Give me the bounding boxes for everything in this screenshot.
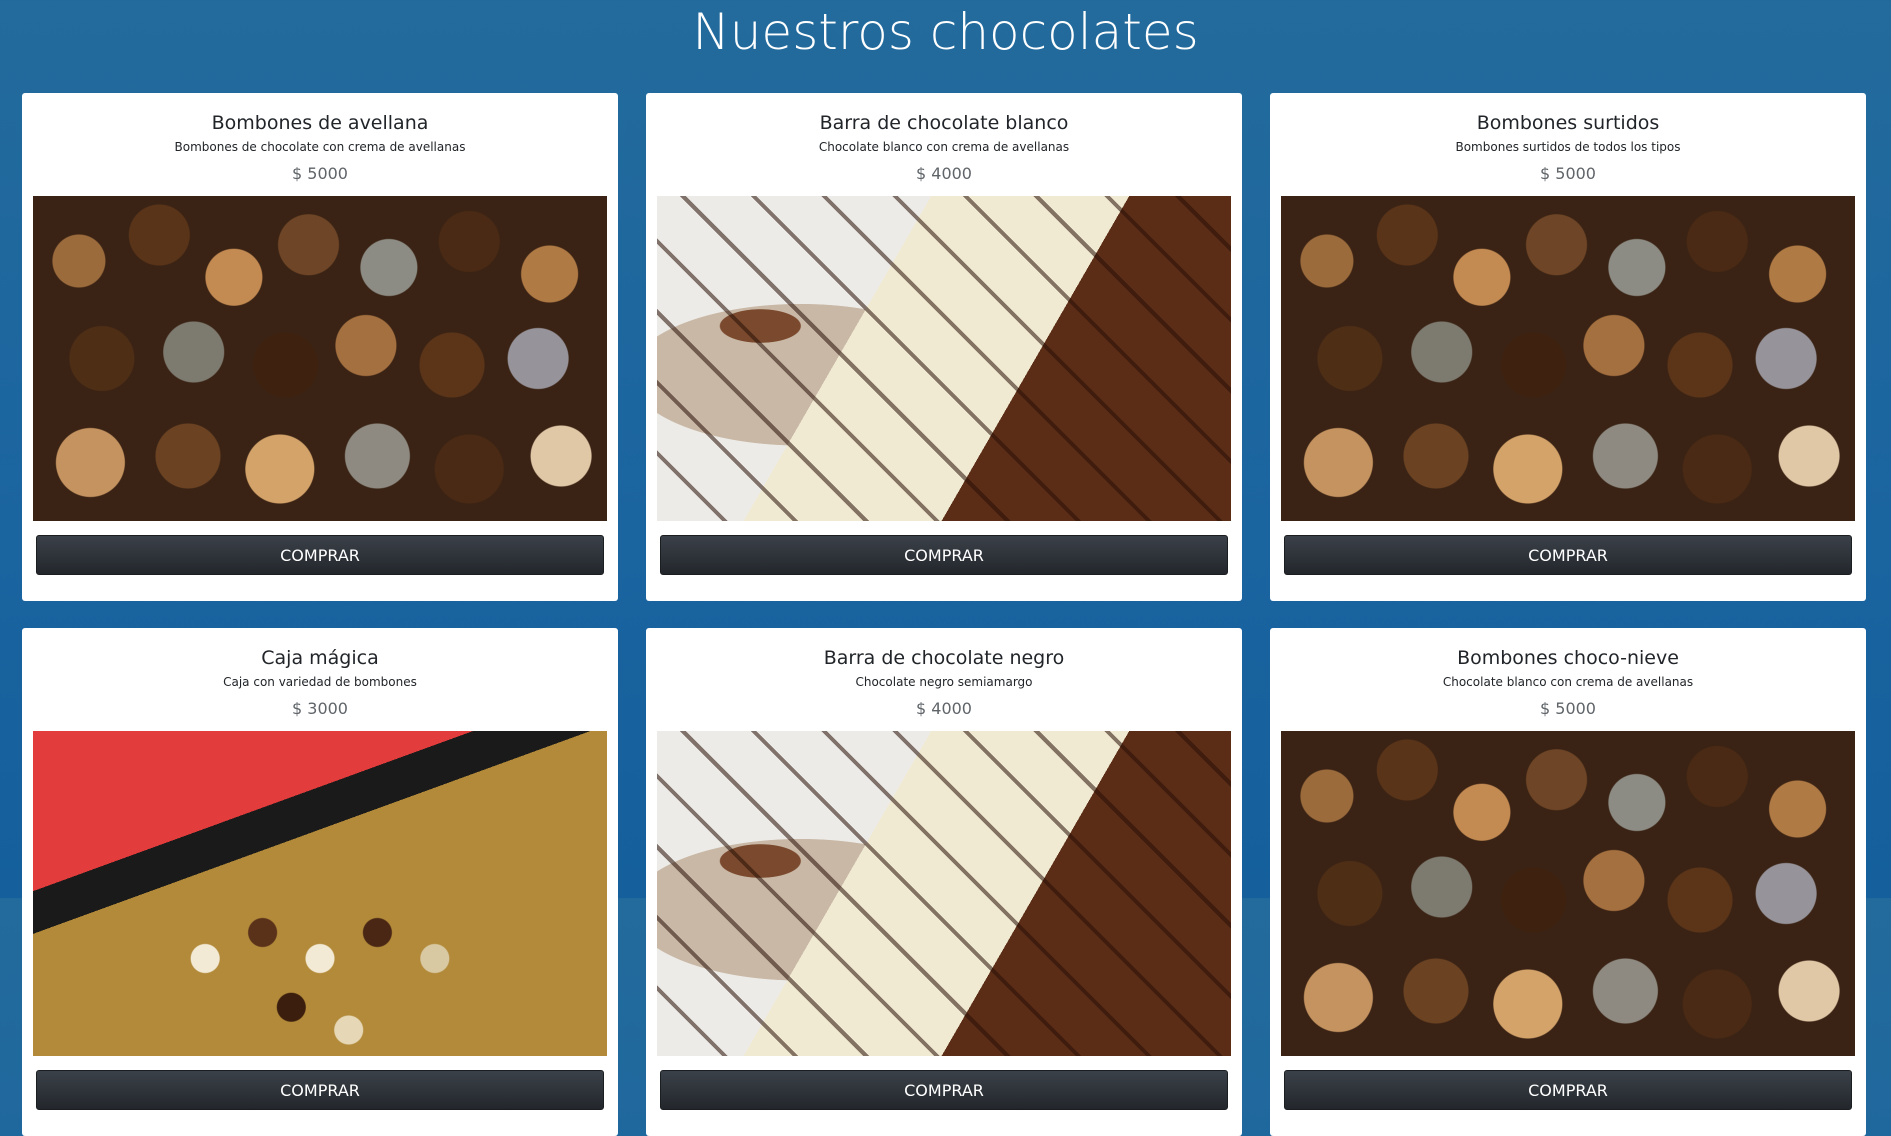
product-card: Bombones choco-nieve Chocolate blanco co… bbox=[1270, 628, 1866, 1136]
product-name: Caja mágica bbox=[261, 647, 379, 669]
product-price: $ 4000 bbox=[916, 699, 972, 718]
product-image-chocolate-bars bbox=[657, 196, 1231, 521]
product-price: $ 5000 bbox=[1540, 699, 1596, 718]
product-card: Caja mágica Caja con variedad de bombone… bbox=[22, 628, 618, 1136]
product-card: Bombones surtidos Bombones surtidos de t… bbox=[1270, 93, 1866, 601]
product-price: $ 3000 bbox=[292, 699, 348, 718]
page-title: Nuestros chocolates bbox=[692, 3, 1199, 61]
product-description: Bombones de chocolate con crema de avell… bbox=[174, 140, 466, 154]
product-price: $ 5000 bbox=[292, 164, 348, 183]
product-name: Bombones surtidos bbox=[1476, 112, 1660, 134]
buy-button[interactable]: COMPRAR bbox=[1284, 1070, 1852, 1110]
buy-button[interactable]: COMPRAR bbox=[36, 535, 604, 575]
buy-button[interactable]: COMPRAR bbox=[1284, 535, 1852, 575]
product-name: Barra de chocolate blanco bbox=[819, 112, 1069, 134]
product-price: $ 5000 bbox=[1540, 164, 1596, 183]
product-image-bonbons bbox=[33, 196, 607, 521]
product-price: $ 4000 bbox=[916, 164, 972, 183]
product-image-chocolate-bars bbox=[657, 731, 1231, 1056]
product-name: Bombones de avellana bbox=[211, 112, 429, 134]
product-name: Bombones choco-nieve bbox=[1457, 647, 1679, 669]
product-card: Bombones de avellana Bombones de chocola… bbox=[22, 93, 618, 601]
product-card: Barra de chocolate blanco Chocolate blan… bbox=[646, 93, 1242, 601]
buy-button[interactable]: COMPRAR bbox=[660, 535, 1228, 575]
product-description: Chocolate blanco con crema de avellanas bbox=[818, 140, 1070, 154]
product-grid: Bombones de avellana Bombones de chocola… bbox=[22, 93, 1866, 1136]
product-image-bonbons bbox=[1281, 196, 1855, 521]
product-card: Barra de chocolate negro Chocolate negro… bbox=[646, 628, 1242, 1136]
product-description: Bombones surtidos de todos los tipos bbox=[1455, 140, 1681, 154]
product-name: Barra de chocolate negro bbox=[823, 647, 1065, 669]
product-description: Chocolate negro semiamargo bbox=[855, 675, 1033, 689]
product-description: Chocolate blanco con crema de avellanas bbox=[1442, 675, 1694, 689]
buy-button[interactable]: COMPRAR bbox=[660, 1070, 1228, 1110]
product-description: Caja con variedad de bombones bbox=[223, 675, 417, 689]
buy-button[interactable]: COMPRAR bbox=[36, 1070, 604, 1110]
product-image-bonbons bbox=[1281, 731, 1855, 1056]
product-image-chocolate-box bbox=[33, 731, 607, 1056]
